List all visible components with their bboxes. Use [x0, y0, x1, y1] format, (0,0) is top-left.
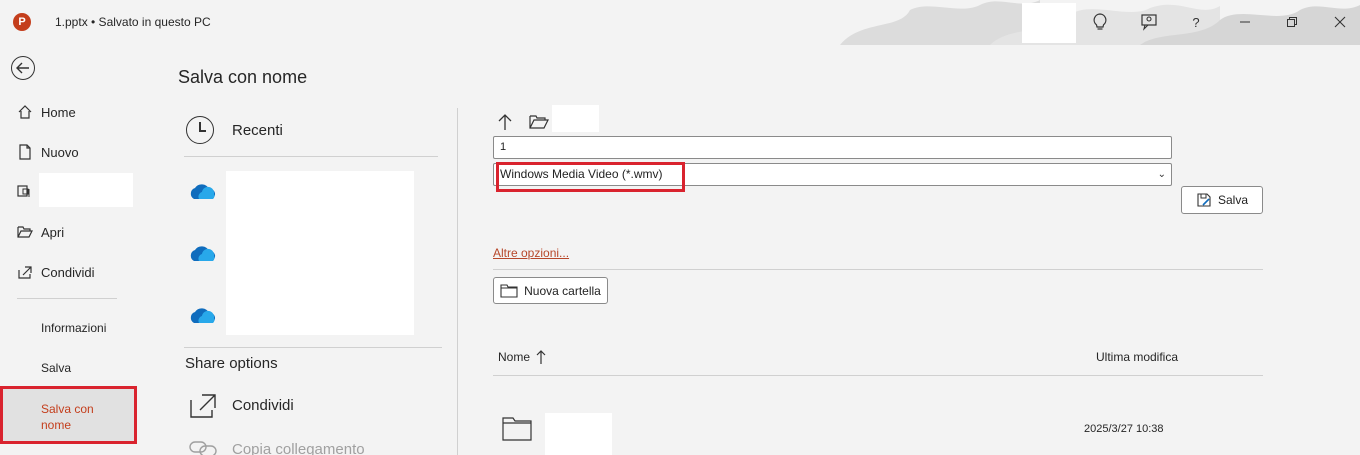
nav-home-label: Home [41, 104, 76, 120]
redacted-area [545, 413, 612, 455]
minimize-icon[interactable] [1233, 10, 1257, 34]
row-modified-date: 2025/3/27 10:38 [1084, 423, 1164, 435]
column-name-label: Nome [498, 350, 531, 364]
location-divider [184, 156, 438, 157]
close-icon[interactable] [1328, 10, 1352, 34]
more-options-link[interactable]: Altre opzioni... [493, 246, 569, 260]
share-option-copy-link[interactable]: Copia collegamento [188, 438, 365, 455]
redacted-area [552, 105, 599, 132]
back-button[interactable] [11, 56, 35, 80]
nav-new[interactable]: Nuovo [16, 143, 79, 161]
location-recent[interactable]: Recenti [186, 116, 283, 144]
filetype-select[interactable]: Windows Media Video (*.wmv) ⌄ [493, 163, 1172, 186]
save-as-pane: Salva con nome Recenti Share options Con… [137, 45, 1360, 455]
open-folder-icon [16, 223, 34, 241]
file-pane-divider [493, 269, 1263, 270]
nav-divider [17, 298, 117, 299]
nav-open[interactable]: Apri [16, 223, 64, 241]
redacted-area [226, 171, 414, 335]
column-header-name[interactable]: Nome [498, 349, 547, 365]
nav-save-as[interactable]: Salva con nome [0, 386, 137, 444]
nav-info[interactable]: Informazioni [41, 321, 106, 335]
title-bar: P 1.pptx • Salvato in questo PC ? [0, 0, 1360, 45]
arrow-left-icon [16, 62, 29, 74]
onedrive-cloud-icon[interactable] [187, 244, 217, 262]
powerpoint-logo-icon: P [13, 13, 31, 31]
save-button[interactable]: Salva [1181, 186, 1263, 214]
link-icon [189, 441, 217, 455]
nav-save[interactable]: Salva [41, 361, 71, 375]
save-button-label: Salva [1217, 193, 1249, 207]
nav-home[interactable]: Home [16, 103, 76, 121]
share-options-title: Share options [185, 355, 278, 372]
share-option-share[interactable]: Condividi [188, 390, 294, 420]
pane-divider [457, 108, 458, 455]
up-arrow-icon[interactable] [494, 111, 516, 133]
lightbulb-icon[interactable] [1088, 10, 1112, 34]
filetype-selected-value: Windows Media Video (*.wmv) [500, 167, 663, 181]
redacted-area [39, 173, 133, 207]
home-icon [16, 103, 34, 121]
column-header-modified[interactable]: Ultima modifica [1096, 350, 1178, 364]
nav-new-label: Nuovo [41, 144, 79, 160]
templates-icon [16, 182, 34, 200]
chevron-down-icon: ⌄ [1157, 169, 1166, 180]
nav-templates[interactable] [16, 182, 41, 200]
sort-ascending-icon [536, 350, 546, 364]
location-recent-label: Recenti [232, 121, 283, 139]
restore-icon[interactable] [1280, 10, 1304, 34]
nav-save-as-label: Salva con nome [41, 402, 94, 432]
nav-share[interactable]: Condividi [16, 263, 94, 281]
page-title: Salva con nome [178, 67, 308, 87]
nav-open-label: Apri [41, 224, 65, 240]
new-folder-button[interactable]: Nuova cartella [493, 277, 608, 304]
clock-icon [186, 116, 214, 144]
document-title: 1.pptx • Salvato in questo PC [55, 15, 211, 29]
share-icon [16, 263, 34, 281]
header-divider [493, 375, 1263, 376]
save-disk-icon [1197, 193, 1211, 207]
backstage-nav: Home Nuovo Apri Condividi Informazioni S… [0, 45, 137, 455]
filename-input[interactable]: 1 [493, 136, 1172, 159]
folder-icon [500, 283, 518, 298]
share-option-copy-link-label: Copia collegamento [232, 440, 365, 455]
share-option-share-label: Condividi [232, 396, 294, 414]
new-document-icon [16, 143, 34, 161]
share-arrow-icon [190, 394, 216, 418]
browse-folder-icon[interactable] [528, 111, 550, 133]
onedrive-cloud-icon[interactable] [187, 306, 217, 324]
nav-share-label: Condividi [41, 264, 95, 280]
help-icon[interactable]: ? [1184, 10, 1208, 34]
new-folder-label: Nuova cartella [524, 283, 601, 298]
onedrive-cloud-icon[interactable] [187, 182, 217, 200]
coauthor-icon[interactable] [1137, 10, 1161, 34]
location-divider [184, 347, 442, 348]
redacted-area [1022, 3, 1076, 43]
folder-icon [502, 417, 532, 441]
